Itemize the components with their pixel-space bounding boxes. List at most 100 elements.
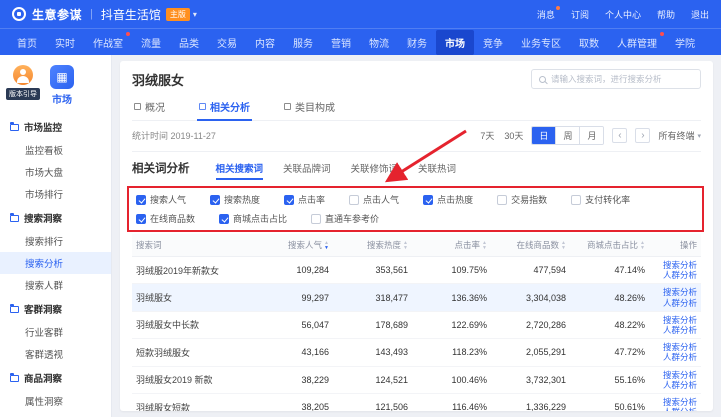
quick-ranges: 7天 30天 bbox=[480, 129, 523, 142]
search-analysis-link[interactable]: 搜索分析 bbox=[653, 370, 697, 380]
audience-analysis-link[interactable]: 人群分析 bbox=[653, 407, 697, 411]
metric-checkbox-0-3[interactable]: 点击人气 bbox=[349, 193, 399, 206]
subtab-1[interactable]: 关联品牌词 bbox=[283, 161, 331, 180]
tab-0[interactable]: 概况 bbox=[132, 96, 167, 120]
prev-button[interactable]: ‹ bbox=[612, 128, 627, 143]
nav-item-11[interactable]: 市场 bbox=[436, 30, 474, 55]
value-cell: 50.61% bbox=[570, 393, 649, 411]
search-input[interactable] bbox=[551, 74, 693, 84]
column-header-2[interactable]: 搜索热度▲▼ bbox=[333, 234, 412, 257]
market-module-icon[interactable]: ▦ bbox=[50, 65, 74, 89]
sidebar-item-1-1[interactable]: 搜索分析 bbox=[0, 252, 111, 274]
sidebar-item-2-1[interactable]: 客群透视 bbox=[0, 343, 111, 365]
nav-item-10[interactable]: 财务 bbox=[398, 30, 436, 55]
subtab-2[interactable]: 关联修饰词 bbox=[351, 161, 399, 180]
value-cell: 3,304,038 bbox=[491, 284, 570, 311]
range-button-0[interactable]: 7天 bbox=[480, 129, 494, 142]
checkbox-icon bbox=[497, 195, 507, 205]
audience-analysis-link[interactable]: 人群分析 bbox=[653, 325, 697, 335]
nav-item-label: 取数 bbox=[579, 39, 599, 50]
range-button-1[interactable]: 30天 bbox=[504, 129, 523, 142]
subtab-3[interactable]: 关联热词 bbox=[418, 161, 456, 180]
metric-checkbox-1-0[interactable]: 在线商品数 bbox=[136, 212, 195, 225]
audience-analysis-link[interactable]: 人群分析 bbox=[653, 352, 697, 362]
nav-item-3[interactable]: 流量 bbox=[132, 30, 170, 55]
column-header-5[interactable]: 商城点击占比▲▼ bbox=[570, 234, 649, 257]
nav-item-13[interactable]: 业务专区 bbox=[512, 30, 570, 55]
nav-item-9[interactable]: 物流 bbox=[360, 30, 398, 55]
metric-checkbox-0-2[interactable]: 点击率 bbox=[284, 193, 325, 206]
nav-item-14[interactable]: 取数 bbox=[570, 30, 608, 55]
metric-checkbox-0-1[interactable]: 搜索热度 bbox=[210, 193, 260, 206]
version-guide-badge[interactable]: 版本引导 bbox=[6, 88, 40, 100]
tab-1[interactable]: 相关分析 bbox=[197, 96, 252, 120]
value-cell: 353,561 bbox=[333, 257, 412, 284]
value-cell: 122.69% bbox=[412, 311, 491, 338]
topbar-link-4[interactable]: 退出 bbox=[691, 8, 709, 21]
column-header-0[interactable]: 搜索词 bbox=[132, 234, 254, 257]
metric-checkbox-0-0[interactable]: 搜索人气 bbox=[136, 193, 186, 206]
avatar[interactable] bbox=[13, 65, 33, 85]
tab-2[interactable]: 类目构成 bbox=[282, 96, 337, 120]
period-option-2[interactable]: 月 bbox=[579, 127, 603, 144]
search-analysis-link[interactable]: 搜索分析 bbox=[653, 287, 697, 297]
sidebar-item-2-0[interactable]: 行业客群 bbox=[0, 321, 111, 343]
product-name[interactable]: 抖音生活馆 bbox=[101, 6, 161, 23]
metric-checkbox-1-1[interactable]: 商城点击占比 bbox=[219, 212, 287, 225]
sidebar-group-3: 商品洞察 bbox=[0, 365, 111, 390]
nav-item-8[interactable]: 营销 bbox=[322, 30, 360, 55]
topbar-link-2[interactable]: 个人中心 bbox=[605, 8, 641, 21]
nav-item-15[interactable]: 人群管理 bbox=[608, 30, 666, 55]
sidebar-item-0-2[interactable]: 市场排行 bbox=[0, 183, 111, 205]
audience-analysis-link[interactable]: 人群分析 bbox=[653, 380, 697, 390]
value-cell: 100.46% bbox=[412, 366, 491, 393]
metric-checkbox-1-2[interactable]: 直通车参考价 bbox=[311, 212, 379, 225]
sidebar-item-0-0[interactable]: 监控看板 bbox=[0, 139, 111, 161]
nav-item-2[interactable]: 作战室 bbox=[84, 30, 132, 55]
chevron-down-icon[interactable]: ▾ bbox=[193, 10, 197, 19]
audience-analysis-link[interactable]: 人群分析 bbox=[653, 298, 697, 308]
value-cell: 48.26% bbox=[570, 284, 649, 311]
nav-item-1[interactable]: 实时 bbox=[46, 30, 84, 55]
nav-item-5[interactable]: 交易 bbox=[208, 30, 246, 55]
search-box[interactable] bbox=[531, 69, 701, 89]
search-analysis-link[interactable]: 搜索分析 bbox=[653, 260, 697, 270]
value-cell: 477,594 bbox=[491, 257, 570, 284]
column-header-3[interactable]: 点击率▲▼ bbox=[412, 234, 491, 257]
column-header-6[interactable]: 操作 bbox=[649, 234, 701, 257]
next-button[interactable]: › bbox=[635, 128, 650, 143]
sidebar-item-1-2[interactable]: 搜索人群 bbox=[0, 274, 111, 296]
nav-item-12[interactable]: 竞争 bbox=[474, 30, 512, 55]
metric-checkbox-0-5[interactable]: 交易指数 bbox=[497, 193, 547, 206]
nav-item-0[interactable]: 首页 bbox=[8, 30, 46, 55]
search-analysis-link[interactable]: 搜索分析 bbox=[653, 397, 697, 407]
nav-item-label: 学院 bbox=[675, 39, 695, 50]
column-header-4[interactable]: 在线商品数▲▼ bbox=[491, 234, 570, 257]
sidebar-item-3-1[interactable]: 产品洞察 bbox=[0, 412, 111, 417]
terminal-filter[interactable]: 所有终端 ▾ bbox=[658, 129, 701, 142]
nav-item-6[interactable]: 内容 bbox=[246, 30, 284, 55]
metric-checkbox-0-4[interactable]: 点击热度 bbox=[423, 193, 473, 206]
action-cell: 搜索分析人群分析 bbox=[649, 339, 701, 366]
sidebar-item-0-1[interactable]: 市场大盘 bbox=[0, 161, 111, 183]
topbar-link-3[interactable]: 帮助 bbox=[657, 8, 675, 21]
nav-item-16[interactable]: 学院 bbox=[666, 30, 704, 55]
nav-item-4[interactable]: 品类 bbox=[170, 30, 208, 55]
search-analysis-link[interactable]: 搜索分析 bbox=[653, 342, 697, 352]
search-analysis-link[interactable]: 搜索分析 bbox=[653, 315, 697, 325]
topbar-link-1[interactable]: 订阅 bbox=[571, 8, 589, 21]
period-option-1[interactable]: 周 bbox=[555, 127, 579, 144]
action-cell: 搜索分析人群分析 bbox=[649, 366, 701, 393]
subtab-0[interactable]: 相关搜索词 bbox=[216, 161, 264, 180]
nav-item-7[interactable]: 服务 bbox=[284, 30, 322, 55]
tab-icon bbox=[199, 103, 206, 110]
column-header-1[interactable]: 搜索人气▲▼ bbox=[254, 234, 333, 257]
audience-analysis-link[interactable]: 人群分析 bbox=[653, 270, 697, 280]
checkbox-label: 搜索人气 bbox=[150, 193, 186, 206]
module-label: 市场 bbox=[52, 91, 72, 106]
sidebar-item-1-0[interactable]: 搜索排行 bbox=[0, 230, 111, 252]
metric-checkbox-0-6[interactable]: 支付转化率 bbox=[571, 193, 630, 206]
sidebar-item-3-0[interactable]: 属性洞察 bbox=[0, 390, 111, 412]
period-option-0[interactable]: 日 bbox=[532, 127, 555, 144]
topbar-link-0[interactable]: 消息 bbox=[537, 8, 555, 21]
